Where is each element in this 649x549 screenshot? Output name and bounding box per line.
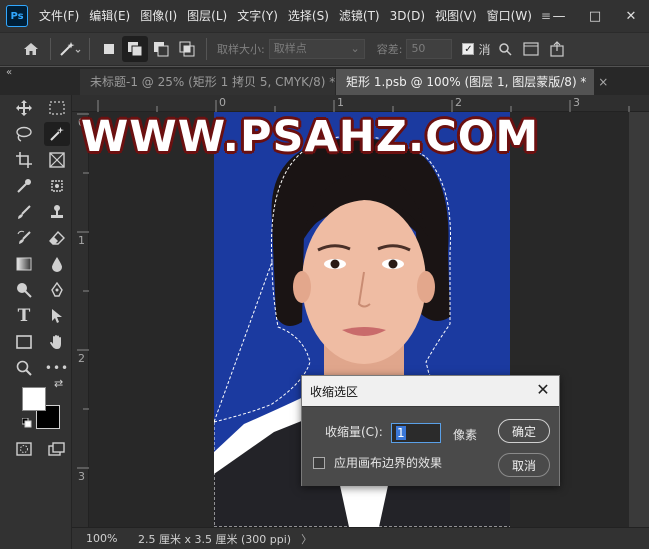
history-brush-tool-icon[interactable] <box>11 226 37 250</box>
status-bar: 100% 2.5 厘米 x 3.5 厘米 (300 ppi) 〉 <box>72 527 649 549</box>
window-controls: — □ ✕ <box>541 0 649 32</box>
options-bar: 取样大小: 取样点 ⌄ 容差: 50 ✓ 消 <box>0 32 649 66</box>
photoshop-logo: Ps <box>6 5 28 27</box>
pen-tool-icon[interactable] <box>44 278 70 302</box>
collapse-toolbar-icon[interactable]: « <box>6 67 12 78</box>
home-icon[interactable] <box>18 36 44 62</box>
menu-3d[interactable]: 3D(D) <box>385 0 430 32</box>
eraser-tool-icon[interactable] <box>44 226 70 250</box>
add-to-selection-icon[interactable] <box>122 36 148 62</box>
watermark-text: WWW.PSAHZ.COM <box>80 112 540 162</box>
apply-canvas-bounds-checkbox[interactable]: 应用画布边界的效果 <box>313 454 442 471</box>
separator <box>89 38 90 60</box>
menu-select[interactable]: 选择(S) <box>283 0 334 32</box>
quick-mask-icon[interactable] <box>11 437 37 461</box>
tab-untitled-1[interactable]: 未标题-1 @ 25% (矩形 1 拷贝 5, CMYK/8) * <box>80 69 335 95</box>
shrink-unit-label: 像素 <box>453 428 478 442</box>
menu-edit[interactable]: 编辑(E) <box>84 0 135 32</box>
antialias-label: 消 <box>478 42 491 57</box>
close-icon[interactable]: × <box>598 75 608 89</box>
scrollbar-vertical[interactable] <box>629 112 649 527</box>
document-info: 2.5 厘米 x 3.5 厘米 (300 ppi) <box>138 532 292 546</box>
vertical-ruler[interactable]: 0 1 2 3 <box>72 112 89 527</box>
workspace-icon[interactable] <box>518 36 544 62</box>
zoom-tool-icon[interactable] <box>11 356 37 380</box>
contract-selection-dialog: 收缩选区 ✕ 收缩量(C): 1 像素 应用画布边界的效果 确定 取消 <box>301 375 560 486</box>
horizontal-ruler[interactable]: 0 1 2 3 <box>72 95 649 112</box>
menu-type[interactable]: 文字(Y) <box>232 0 283 32</box>
ruler-label: 0 <box>219 96 226 109</box>
sample-size-value: 取样点 <box>273 42 307 55</box>
tolerance-input[interactable]: 50 <box>406 39 453 59</box>
menu-file[interactable]: 文件(F) <box>34 0 84 32</box>
checkbox-box[interactable] <box>313 456 325 469</box>
separator <box>206 38 207 60</box>
eyedropper-tool-icon[interactable] <box>11 174 37 198</box>
screen-mode-icon[interactable] <box>44 437 70 461</box>
antialias-toggle[interactable]: ✓ 消 <box>462 41 490 58</box>
swap-colors-icon[interactable]: ⇄ <box>54 377 63 390</box>
type-tool-icon[interactable]: T <box>11 304 37 328</box>
menu-filter[interactable]: 滤镜(T) <box>334 0 385 32</box>
magic-wand-preset-icon[interactable] <box>57 36 83 62</box>
dialog-title: 收缩选区 <box>310 385 359 399</box>
dodge-tool-icon[interactable] <box>11 278 37 302</box>
default-colors-icon[interactable] <box>21 417 32 431</box>
close-icon[interactable]: ✕ <box>533 379 553 399</box>
ruler-label: 3 <box>78 470 85 483</box>
ruler-label: 1 <box>337 96 344 109</box>
menu-layer[interactable]: 图层(L) <box>182 0 232 32</box>
cancel-button[interactable]: 取消 <box>498 453 550 477</box>
separator <box>50 38 51 60</box>
blur-tool-icon[interactable] <box>44 252 70 276</box>
path-selection-tool-icon[interactable] <box>44 304 70 328</box>
tolerance-label: 容差: <box>376 43 403 56</box>
maximize-button[interactable]: □ <box>577 0 613 32</box>
stamp-tool-icon[interactable] <box>44 200 70 224</box>
shrink-amount-value: 1 <box>396 426 406 440</box>
minimize-button[interactable]: — <box>541 0 577 32</box>
sample-size-label: 取样大小: <box>217 43 265 56</box>
sample-size-select[interactable]: 取样点 ⌄ <box>268 39 365 59</box>
tab-label: 矩形 1.psb @ 100% (图层 1, 图层蒙版/8) * <box>346 75 587 89</box>
subtract-from-selection-icon[interactable] <box>148 36 174 62</box>
document-tabs: « 未标题-1 @ 25% (矩形 1 拷贝 5, CMYK/8) * 矩形 1… <box>0 67 649 95</box>
search-icon[interactable] <box>492 36 518 62</box>
spot-healing-tool-icon[interactable] <box>44 174 70 198</box>
tools-panel: T ••• ⇄ <box>0 95 72 549</box>
chevron-right-icon[interactable]: 〉 <box>301 531 312 547</box>
brush-tool-icon[interactable] <box>11 200 37 224</box>
close-window-button[interactable]: ✕ <box>613 0 649 32</box>
ruler-label: 3 <box>573 96 580 109</box>
menu-bar: Ps 文件(F) 编辑(E) 图像(I) 图层(L) 文字(Y) 选择(S) 滤… <box>0 0 649 32</box>
chevron-down-icon: ⌄ <box>350 42 360 55</box>
zoom-level-field[interactable]: 100% <box>72 532 122 545</box>
dialog-body: 收缩量(C): 1 像素 应用画布边界的效果 确定 取消 <box>302 406 559 486</box>
apply-canvas-bounds-label: 应用画布边界的效果 <box>334 456 443 470</box>
ruler-label: 1 <box>78 234 85 247</box>
share-icon[interactable] <box>544 36 570 62</box>
foreground-color-swatch[interactable] <box>22 387 46 411</box>
intersect-selection-icon[interactable] <box>174 36 200 62</box>
menu-image[interactable]: 图像(I) <box>135 0 182 32</box>
gradient-tool-icon[interactable] <box>11 252 37 276</box>
new-selection-icon[interactable] <box>96 36 122 62</box>
hand-tool-icon[interactable] <box>44 330 70 354</box>
rectangle-tool-icon[interactable] <box>11 330 37 354</box>
shrink-amount-label: 收缩量(C): <box>325 425 383 439</box>
shrink-amount-input[interactable]: 1 <box>391 423 441 443</box>
menu-window[interactable]: 窗口(W) <box>482 0 537 32</box>
checkmark-icon[interactable]: ✓ <box>462 43 475 55</box>
ruler-label: 2 <box>78 352 85 365</box>
tab-rectangle-1[interactable]: 矩形 1.psb @ 100% (图层 1, 图层蒙版/8) * × <box>336 69 608 95</box>
ruler-label: 2 <box>455 96 462 109</box>
ok-button[interactable]: 确定 <box>498 419 550 443</box>
tab-label: 未标题-1 @ 25% (矩形 1 拷贝 5, CMYK/8) * <box>90 75 336 89</box>
menu-view[interactable]: 视图(V) <box>430 0 482 32</box>
